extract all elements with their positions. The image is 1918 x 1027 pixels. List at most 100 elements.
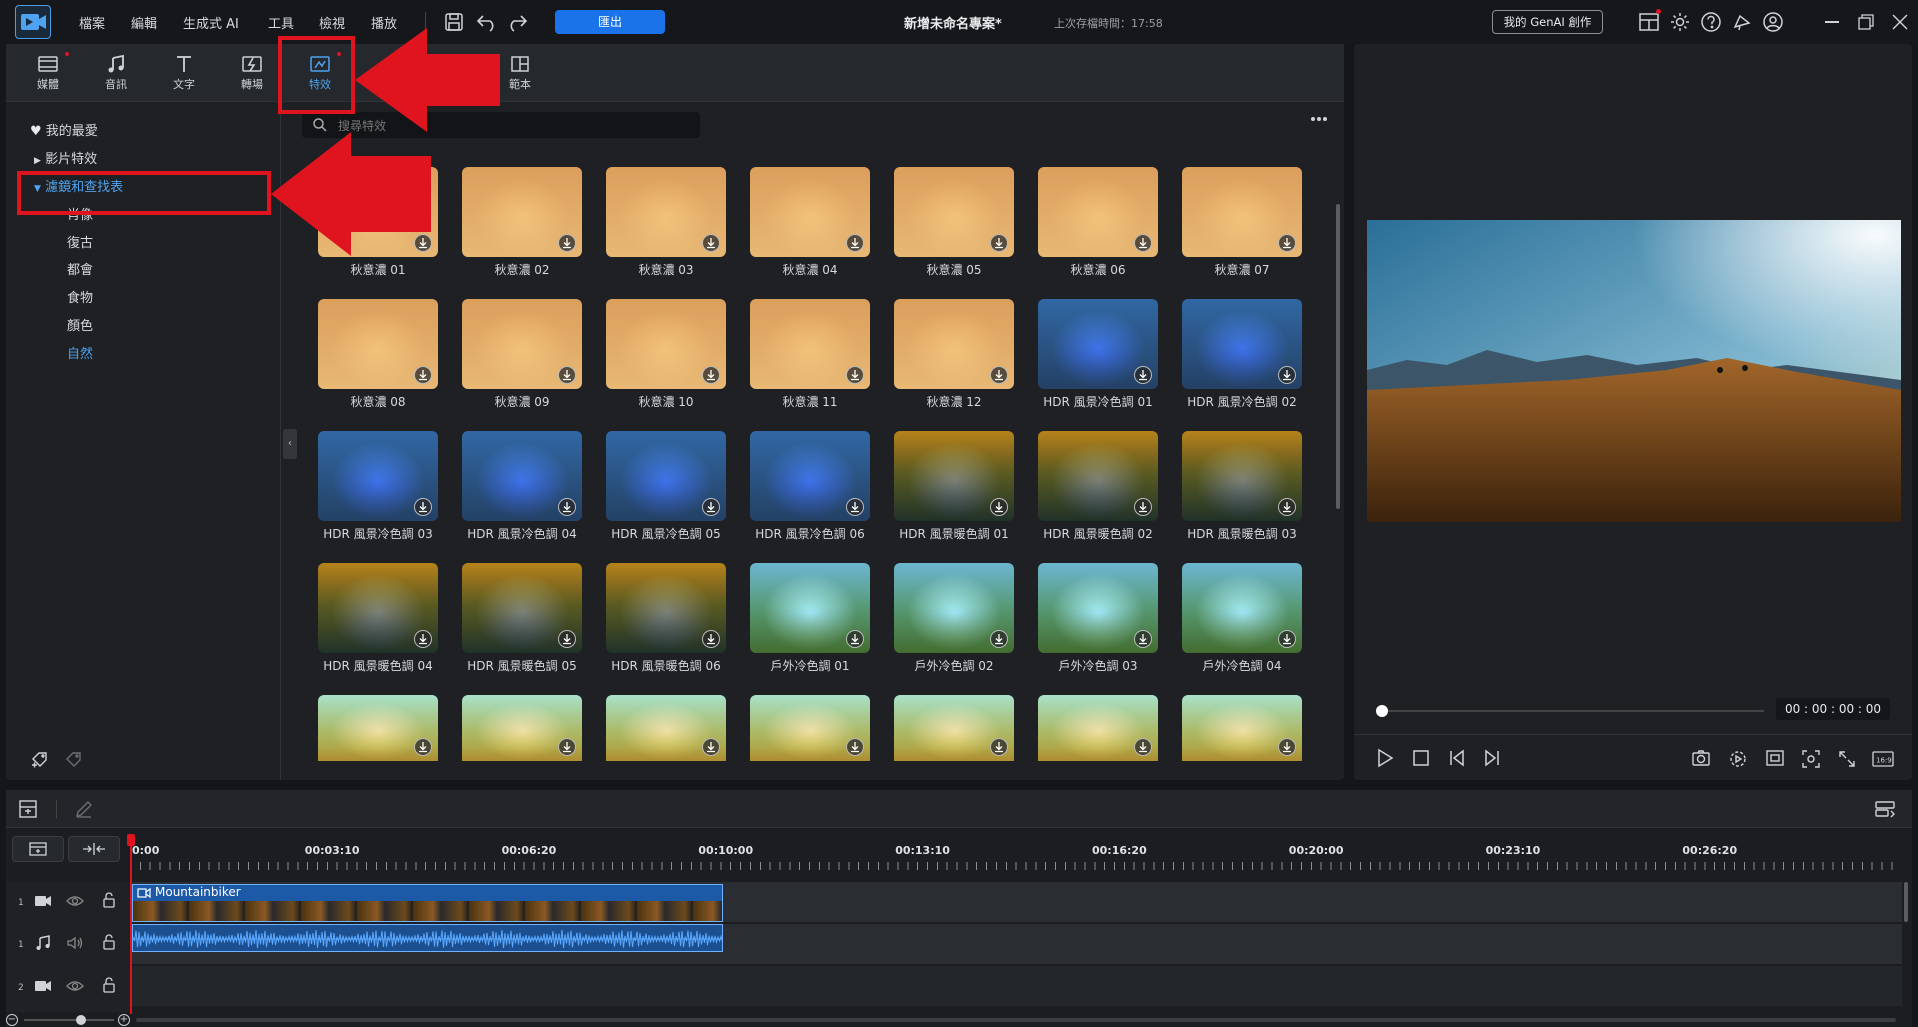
download-icon[interactable]	[846, 366, 864, 384]
timeline-horizontal-scrollbar[interactable]	[136, 1018, 1896, 1022]
effect-thumbnail[interactable]: 戶外冷色調 03	[1026, 563, 1170, 691]
effect-thumbnail[interactable]: HDR 風景暖色調 06	[594, 563, 738, 691]
fullscreen-icon[interactable]	[1837, 749, 1857, 769]
audio-clip[interactable]	[132, 924, 723, 952]
grid-scrollbar[interactable]	[1336, 204, 1340, 509]
menu-file[interactable]: 檔案	[79, 13, 105, 32]
redo-icon[interactable]	[506, 12, 528, 32]
effect-thumbnail[interactable]: HDR 風景暖色調 02	[1026, 431, 1170, 559]
tab-audio[interactable]: 音訊	[90, 50, 142, 98]
effect-thumbnail[interactable]: HDR 風景暖色調 03	[1170, 431, 1314, 559]
effect-thumbnail[interactable]: 秋意濃 08	[306, 299, 450, 427]
effect-thumbnail[interactable]: HDR 風景暖色調 04	[306, 563, 450, 691]
menu-view[interactable]: 檢視	[319, 13, 345, 32]
settings-gear-icon[interactable]	[1669, 11, 1691, 33]
download-icon[interactable]	[1278, 498, 1296, 516]
download-icon[interactable]	[1278, 630, 1296, 648]
play-icon[interactable]	[1376, 748, 1394, 768]
preview-seek-track[interactable]	[1380, 710, 1764, 712]
effect-thumbnail[interactable]: HDR 風景冷色調 04	[450, 431, 594, 559]
download-icon[interactable]	[1278, 366, 1296, 384]
timeline-ruler[interactable]: 0:00 00:03:10 00:06:20 00:10:00 00:13:10 00:1…	[130, 838, 1912, 874]
effect-thumbnail[interactable]: HDR 風景暖色調 01	[882, 431, 1026, 559]
safe-zone-icon[interactable]	[1765, 749, 1785, 767]
download-icon[interactable]	[1278, 738, 1296, 756]
remove-tag-icon[interactable]	[64, 750, 84, 770]
effect-thumbnail[interactable]: 秋意濃 06	[1026, 167, 1170, 295]
fit-timeline-button[interactable]	[68, 836, 120, 862]
effect-thumbnail[interactable]: HDR 風景冷色調 01	[1026, 299, 1170, 427]
effect-thumbnail[interactable]: 戶外冷色調 02	[882, 563, 1026, 691]
download-icon[interactable]	[702, 630, 720, 648]
zoom-slider-track[interactable]	[24, 1019, 114, 1021]
download-icon[interactable]	[990, 366, 1008, 384]
download-icon[interactable]	[1134, 738, 1152, 756]
stop-icon[interactable]	[1412, 749, 1430, 767]
effect-thumbnail[interactable]: 戶外冷色調 04	[1170, 563, 1314, 691]
download-icon[interactable]	[1134, 366, 1152, 384]
effect-thumbnail[interactable]: 秋意濃 07	[1170, 167, 1314, 295]
track-speaker-icon[interactable]	[66, 936, 84, 950]
nav-sub-color[interactable]: 顏色	[67, 315, 93, 334]
download-icon[interactable]	[558, 366, 576, 384]
download-icon[interactable]	[990, 234, 1008, 252]
effect-thumbnail[interactable]: 秋意濃 04	[738, 167, 882, 295]
menu-gen-ai[interactable]: 生成式 AI	[183, 13, 239, 32]
track-visibility-eye-icon[interactable]	[66, 979, 84, 993]
effect-thumbnail[interactable]: 秋意濃 12	[882, 299, 1026, 427]
tab-media[interactable]: 媒體	[22, 50, 74, 98]
tab-text[interactable]: 文字	[158, 50, 210, 98]
effect-thumbnail[interactable]: 秋意濃 05	[882, 167, 1026, 295]
effect-thumbnail[interactable]: HDR 風景冷色調 03	[306, 431, 450, 559]
menu-edit[interactable]: 編輯	[131, 13, 157, 32]
download-icon[interactable]	[990, 498, 1008, 516]
download-icon[interactable]	[846, 234, 864, 252]
zoom-in-icon[interactable]: +	[118, 1014, 130, 1026]
account-icon[interactable]	[1762, 11, 1784, 33]
tab-transition[interactable]: 轉場	[226, 50, 278, 98]
effect-thumbnail[interactable]: HDR 風景冷色調 06	[738, 431, 882, 559]
nav-sub-retro[interactable]: 復古	[67, 232, 93, 251]
download-icon[interactable]	[702, 366, 720, 384]
notification-icon[interactable]	[1731, 11, 1753, 33]
download-icon[interactable]	[558, 234, 576, 252]
download-icon[interactable]	[846, 630, 864, 648]
close-icon[interactable]	[1892, 14, 1908, 30]
effect-thumbnail[interactable]: 秋意濃 11	[738, 299, 882, 427]
download-icon[interactable]	[702, 738, 720, 756]
download-icon[interactable]	[414, 738, 432, 756]
layout-icon[interactable]	[1638, 9, 1661, 33]
minimize-icon[interactable]	[1825, 21, 1839, 23]
timeline-vertical-scrollbar[interactable]	[1904, 882, 1908, 922]
effect-thumbnail[interactable]: HDR 風景冷色調 05	[594, 431, 738, 559]
download-icon[interactable]	[990, 630, 1008, 648]
snapshot-camera-icon[interactable]	[1691, 749, 1711, 767]
download-icon[interactable]	[702, 498, 720, 516]
download-icon[interactable]	[414, 498, 432, 516]
track-lock-icon[interactable]	[102, 934, 116, 950]
track-lock-icon[interactable]	[102, 892, 116, 908]
effect-thumbnail[interactable]: HDR 風景暖色調 05	[450, 563, 594, 691]
zoom-slider-handle[interactable]	[76, 1015, 86, 1025]
aspect-ratio-icon[interactable]: 16:9	[1872, 750, 1894, 768]
download-icon[interactable]	[846, 498, 864, 516]
preview-seek-handle[interactable]	[1376, 705, 1388, 717]
previous-frame-icon[interactable]	[1447, 748, 1467, 768]
effect-thumbnail[interactable]: 秋意濃 10	[594, 299, 738, 427]
video-clip[interactable]: Mountainbiker	[132, 884, 723, 922]
add-track-button[interactable]	[12, 836, 64, 862]
zoom-preview-icon[interactable]	[1801, 749, 1821, 769]
nav-sub-food[interactable]: 食物	[67, 287, 93, 306]
track-lock-icon[interactable]	[102, 977, 116, 993]
menu-tools[interactable]: 工具	[268, 13, 294, 32]
track-manager-icon[interactable]	[1874, 799, 1896, 819]
add-tag-icon[interactable]	[30, 750, 50, 770]
nav-sub-urban[interactable]: 都會	[67, 259, 93, 278]
download-icon[interactable]	[1134, 234, 1152, 252]
timeline-tools-icon[interactable]	[18, 799, 38, 819]
tab-template[interactable]: 範本	[494, 50, 546, 98]
help-icon[interactable]	[1700, 11, 1722, 33]
playhead-handle[interactable]	[127, 834, 135, 846]
download-icon[interactable]	[702, 234, 720, 252]
nav-sub-nature[interactable]: 自然	[67, 343, 93, 362]
